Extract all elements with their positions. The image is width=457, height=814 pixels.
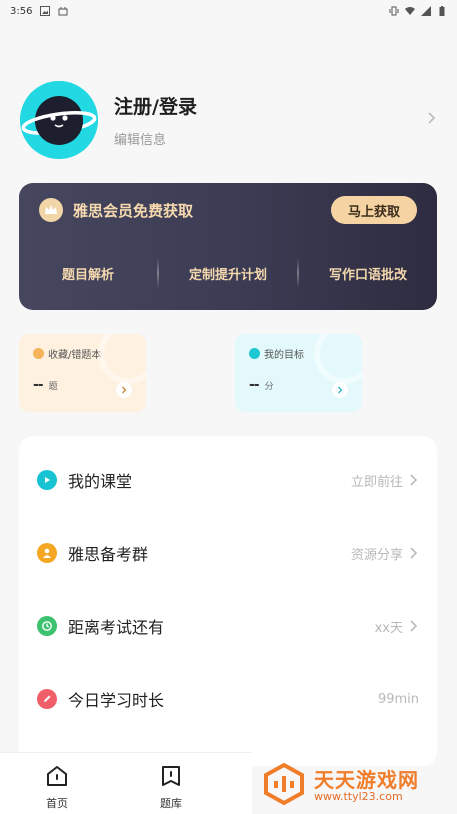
menu-item-study-time[interactable]: 今日学习时长 99min [19,679,437,719]
play-icon [37,470,57,490]
signal-icon [421,6,431,16]
chevron-right-icon[interactable] [332,382,348,398]
menu-item-classroom[interactable]: 我的课堂 立即前往 [19,460,437,500]
menu-item-label: 距离考试还有 [68,618,165,637]
home-icon [47,766,67,786]
user-icon [37,543,57,563]
menu-item-hint: 资源分享 [350,547,403,563]
feature-item[interactable]: 写作口语批改 [299,256,437,290]
watermark-title: 天天游戏网 [314,768,419,792]
favorites-count: -- [33,377,44,393]
menu-item-countdown[interactable]: 距离考试还有 xx天 [19,606,437,646]
chevron-right-icon[interactable] [116,382,132,398]
book-icon [162,766,180,786]
bookmark-icon [33,348,44,359]
watermark: 天天游戏网 www.ttyl23.com [262,760,452,808]
chevron-right-icon[interactable] [424,110,440,126]
status-time: 3:56 [10,5,33,17]
tab-label: 首页 [46,797,68,810]
watermark-logo-icon [264,762,304,806]
avatar[interactable] [20,81,98,159]
menu-item-hint: 99min [377,691,419,707]
menu-item-label: 今日学习时长 [68,691,165,710]
goal-card[interactable]: 我的目标 -- 分 [235,334,362,412]
feature-item[interactable]: 定制提升计划 [159,256,297,290]
chevron-right-icon [410,620,418,632]
menu-item-hint: xx天 [374,620,403,636]
vip-features: 题目解析 定制提升计划 写作口语批改 [19,256,437,290]
vibrate-icon [389,6,399,16]
login-title[interactable]: 注册/登录 [114,92,197,119]
goal-title: 我的目标 [264,350,304,361]
edit-info-label[interactable]: 编辑信息 [114,129,197,148]
clock-icon [37,616,57,636]
battery-icon [439,6,445,16]
goal-score: -- [249,377,260,393]
menu-item-hint: 立即前往 [350,474,403,490]
menu-list: 我的课堂 立即前往 雅思备考群 资源分享 距离考试还有 xx天 今日学习时长 9… [19,436,437,766]
tab-home[interactable]: 首页 [27,763,87,811]
status-bar: 3:56 [0,0,457,22]
menu-item-label: 雅思备考群 [68,545,149,564]
tab-question-bank[interactable]: 题库 [141,763,201,811]
menu-item-group[interactable]: 雅思备考群 资源分享 [19,533,437,573]
app-icon [58,7,68,16]
bottom-tab-bar: 首页 题库 [0,752,252,814]
image-icon [40,6,51,16]
chevron-right-icon [410,547,418,559]
vip-title: 雅思会员免费获取 [73,202,194,220]
get-vip-button[interactable]: 马上获取 [331,196,417,224]
tab-label: 题库 [160,797,182,810]
feature-item[interactable]: 题目解析 [19,256,157,290]
chevron-right-icon [410,474,418,486]
watermark-url: www.ttyl23.com [314,790,403,803]
favorites-title: 收藏/错题本 [48,350,102,361]
pencil-icon [37,689,57,709]
planet-avatar-icon [20,81,98,159]
favorites-unit: 题 [48,382,58,392]
goal-unit: 分 [264,382,274,392]
target-icon [249,348,260,359]
crown-icon [39,198,63,222]
wifi-icon [405,7,415,15]
favorites-card[interactable]: 收藏/错题本 -- 题 [19,334,146,412]
profile-section[interactable]: 注册/登录 编辑信息 [20,80,440,160]
menu-item-label: 我的课堂 [68,472,133,491]
vip-banner[interactable]: 雅思会员免费获取 马上获取 题目解析 定制提升计划 写作口语批改 [19,183,437,310]
